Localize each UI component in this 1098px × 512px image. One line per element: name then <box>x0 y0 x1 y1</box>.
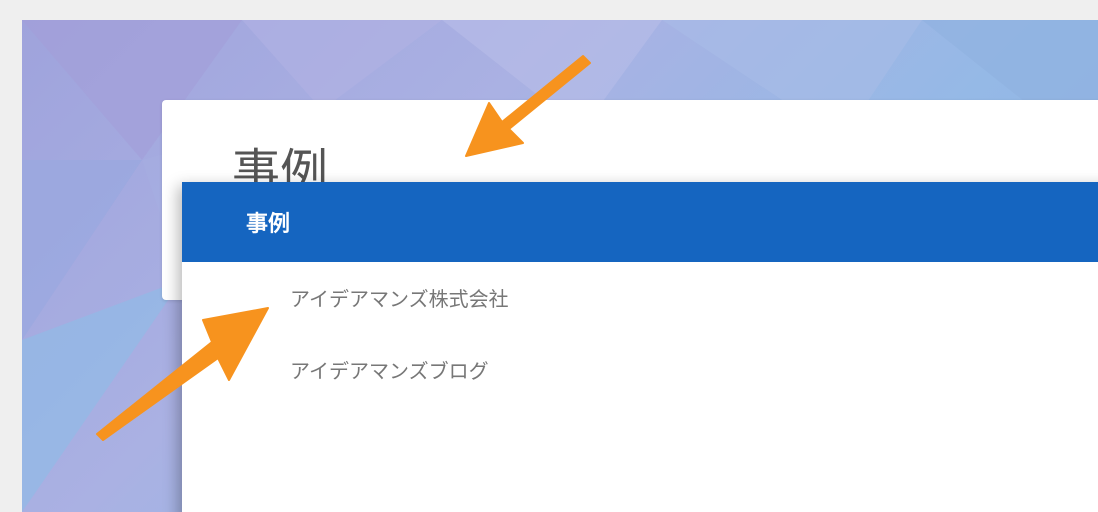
dropdown-item-blog[interactable]: アイデアマンズブログ <box>182 332 1098 406</box>
dropdown-item-label: アイデアマンズブログ <box>290 358 489 383</box>
screenshot-area: 事例 事例 アイデアマンズ株式会社 アイデアマンズブログ <box>22 20 1098 512</box>
dropdown-item-company[interactable]: アイデアマンズ株式会社 <box>182 262 1098 332</box>
dropdown-header-label: 事例 <box>246 212 291 237</box>
dropdown-header[interactable]: 事例 <box>182 182 1098 262</box>
dropdown-item-label: アイデアマンズ株式会社 <box>290 286 509 311</box>
dropdown-menu: 事例 アイデアマンズ株式会社 アイデアマンズブログ <box>182 182 1098 512</box>
dropdown-list: アイデアマンズ株式会社 アイデアマンズブログ <box>182 262 1098 406</box>
